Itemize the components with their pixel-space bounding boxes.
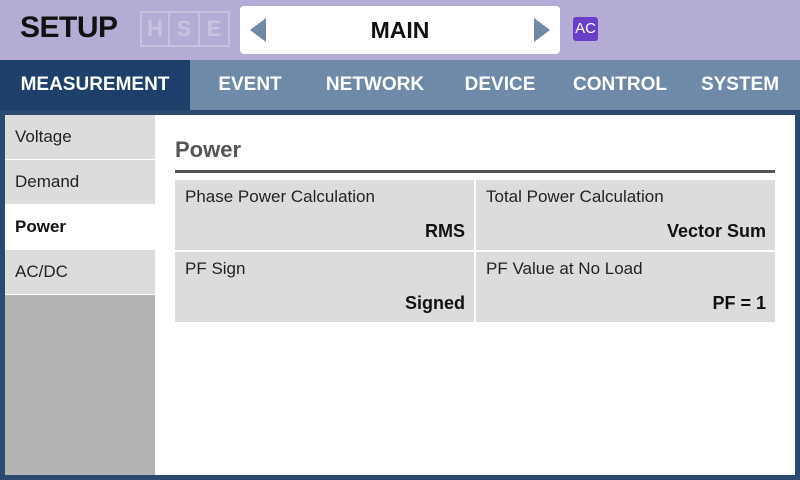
tab-system[interactable]: SYSTEM <box>680 60 800 110</box>
hse-indicator-s: S <box>170 11 200 47</box>
sidebar-item-power[interactable]: Power <box>5 205 155 250</box>
setting-phase-power-calculation[interactable]: Phase Power Calculation RMS <box>175 180 474 250</box>
tab-device[interactable]: DEVICE <box>440 60 560 110</box>
setting-label: PF Value at No Load <box>486 259 643 278</box>
sidebar-item-ac-dc[interactable]: AC/DC <box>5 250 155 295</box>
sidebar-item-demand[interactable]: Demand <box>5 160 155 205</box>
setting-label: Total Power Calculation <box>486 187 664 206</box>
setting-label: PF Sign <box>185 259 246 278</box>
sidebar: Voltage Demand Power AC/DC <box>5 115 155 475</box>
setting-value: Vector Sum <box>666 221 766 241</box>
tab-measurement[interactable]: MEASUREMENT <box>0 60 190 110</box>
hse-indicators: H S E <box>140 11 230 47</box>
ac-badge: AC <box>573 17 598 41</box>
sidebar-item-voltage[interactable]: Voltage <box>5 115 155 160</box>
page-selector: MAIN <box>240 6 560 54</box>
section-title: Power <box>175 137 242 162</box>
setting-total-power-calculation[interactable]: Total Power Calculation Vector Sum <box>476 180 775 250</box>
setting-label: Phase Power Calculation <box>185 187 375 206</box>
section-divider <box>175 170 775 173</box>
page-selector-label: MAIN <box>370 17 430 43</box>
tab-control[interactable]: CONTROL <box>560 60 680 110</box>
chevron-right-icon[interactable] <box>534 18 550 42</box>
tab-network[interactable]: NETWORK <box>310 60 440 110</box>
main-panel: Power Phase Power Calculation RMS Total … <box>155 115 795 475</box>
settings-grid: Phase Power Calculation RMS Total Power … <box>175 180 775 322</box>
setting-value: Signed <box>404 293 465 313</box>
setting-pf-value-at-no-load[interactable]: PF Value at No Load PF = 1 <box>476 252 775 322</box>
hse-indicator-h: H <box>140 11 170 47</box>
setting-value: PF = 1 <box>712 293 766 313</box>
tab-event[interactable]: EVENT <box>190 60 310 110</box>
tab-bar: MEASUREMENT EVENT NETWORK DEVICE CONTROL… <box>0 60 800 110</box>
setting-pf-sign[interactable]: PF Sign Signed <box>175 252 474 322</box>
setting-value: RMS <box>425 221 465 241</box>
page-title: SETUP <box>20 11 118 44</box>
hse-indicator-e: E <box>200 11 230 47</box>
header-bar: SETUP H S E MAIN AC <box>0 0 800 60</box>
